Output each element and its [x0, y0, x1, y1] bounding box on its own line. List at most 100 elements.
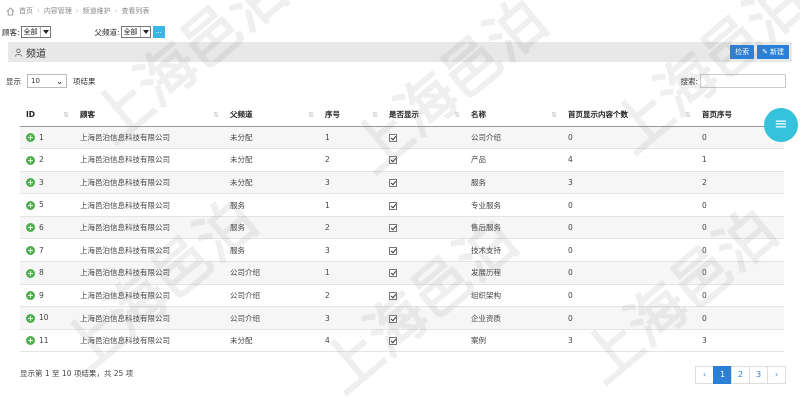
table-row[interactable]: +8 上海邑泊信息科技有限公司 公司介绍 1 发展历程 0 0 [20, 261, 784, 285]
length-suffix: 项结果 [73, 76, 96, 86]
next-page-button[interactable]: › [767, 366, 786, 384]
page-length-select[interactable]: 10 ⌄ [27, 74, 67, 88]
query-button[interactable]: 检索 [730, 45, 755, 59]
cell-seq: 1 [319, 261, 383, 285]
col-seq[interactable]: 序号 ⇅ [319, 104, 383, 127]
expand-icon[interactable]: + [26, 291, 35, 301]
prev-page-button[interactable]: ‹ [695, 366, 714, 384]
cell-visible [383, 261, 465, 285]
customer-select[interactable]: 全部 [20, 26, 51, 38]
expand-icon[interactable]: + [26, 200, 35, 210]
page-button-3[interactable]: 3 [749, 366, 768, 384]
row-id: 2 [39, 155, 44, 165]
cell-seq: 1 [319, 126, 383, 150]
breadcrumb-channel[interactable]: 频道维护 [83, 6, 111, 16]
cell-visible [383, 238, 465, 263]
cell-home-seq: 0 [696, 306, 784, 330]
cell-customer: 上海邑泊信息科技有限公司 [74, 284, 224, 308]
visible-checkbox [389, 337, 397, 346]
new-button-label: 新建 [770, 48, 784, 56]
parent-channel-select[interactable]: 全部 [120, 26, 151, 38]
cell-name: 售后服务 [465, 216, 562, 240]
cell-parent: 未分配 [224, 329, 319, 353]
cell-seq: 2 [319, 216, 383, 240]
cell-visible [383, 284, 465, 308]
visible-checkbox [389, 156, 397, 165]
cell-home-count: 4 [562, 148, 696, 172]
table-row[interactable]: +1 上海邑泊信息科技有限公司 未分配 1 公司介绍 0 0 [20, 126, 784, 150]
table-body: +1 上海邑泊信息科技有限公司 未分配 1 公司介绍 0 0 +2 上海邑泊信息… [20, 126, 784, 353]
expand-icon[interactable]: + [26, 313, 35, 323]
expand-icon[interactable]: + [26, 246, 35, 256]
sort-icon: ⇅ [454, 111, 460, 119]
cell-customer: 上海邑泊信息科技有限公司 [74, 238, 224, 263]
col-seq-label: 序号 [325, 110, 340, 120]
cell-home-seq: 0 [696, 261, 784, 285]
expand-icon[interactable]: + [26, 268, 35, 278]
table-row[interactable]: +6 上海邑泊信息科技有限公司 服务 2 售后服务 0 0 [20, 216, 784, 240]
col-home-count[interactable]: 首页显示内容个数 ⇅ [562, 104, 696, 127]
cell-parent: 未分配 [224, 126, 319, 150]
page-length-control: 显示 10 ⌄ 项结果 [6, 74, 96, 88]
cell-name: 公司介绍 [465, 126, 562, 150]
col-visible[interactable]: 是否显示 ⇅ [383, 104, 465, 127]
col-parent[interactable]: 父频道 ⇅ [224, 104, 319, 127]
row-id: 1 [39, 132, 44, 142]
sort-icon: ⇅ [685, 111, 691, 119]
col-id[interactable]: ID ⇅ [20, 104, 74, 127]
row-id: 7 [39, 245, 44, 255]
cell-id: +3 [20, 171, 74, 195]
table-row[interactable]: +7 上海邑泊信息科技有限公司 服务 3 技术支持 0 0 [20, 238, 784, 263]
col-customer[interactable]: 顾客 ⇅ [74, 104, 224, 127]
table-row[interactable]: +5 上海邑泊信息科技有限公司 服务 1 专业服务 0 0 [20, 193, 784, 217]
floating-menu-button[interactable]: ≡ [764, 108, 798, 142]
cell-home-seq: 0 [696, 216, 784, 240]
cell-home-seq: 0 [696, 193, 784, 217]
cell-name: 企业资质 [465, 306, 562, 330]
table-row[interactable]: +9 上海邑泊信息科技有限公司 公司介绍 2 组织架构 0 0 [20, 284, 784, 308]
table-row[interactable]: +2 上海邑泊信息科技有限公司 未分配 2 产品 4 1 [20, 148, 784, 172]
chevron-down-icon [139, 27, 150, 37]
cell-name: 服务 [465, 171, 562, 195]
channel-table: ID ⇅ 顾客 ⇅ 父频道 ⇅ 序号 ⇅ 是否显示 ⇅ 名称 ⇅ 首页显示内容个数 ⇅ 首页序… [20, 104, 784, 353]
cell-home-seq: 2 [696, 171, 784, 195]
expand-icon[interactable]: + [26, 178, 35, 188]
home-icon[interactable] [6, 6, 15, 16]
cell-home-count: 3 [562, 171, 696, 195]
cell-parent: 公司介绍 [224, 284, 319, 308]
cell-home-seq: 3 [696, 329, 784, 353]
cell-name: 案例 [465, 329, 562, 353]
expand-icon[interactable]: + [26, 155, 35, 165]
search-control: 搜索: [680, 74, 786, 88]
breadcrumb-home[interactable]: 首页 [19, 6, 33, 16]
expand-icon[interactable]: + [26, 336, 35, 346]
row-id: 8 [39, 268, 44, 278]
chevron-down-icon: ⌄ [56, 76, 63, 86]
parent-picker-button[interactable]: ... [152, 26, 165, 38]
cell-customer: 上海邑泊信息科技有限公司 [74, 306, 224, 330]
cell-parent: 服务 [224, 238, 319, 263]
breadcrumb-content[interactable]: 内容管理 [44, 6, 72, 16]
new-button[interactable]: ✎ 新建 [757, 45, 789, 59]
chevron-down-icon [39, 27, 50, 37]
table-row[interactable]: +11 上海邑泊信息科技有限公司 未分配 4 案例 3 3 [20, 329, 784, 353]
length-prefix: 显示 [6, 76, 21, 86]
visible-checkbox [389, 291, 397, 300]
row-id: 11 [39, 335, 49, 345]
expand-icon[interactable]: + [26, 133, 35, 143]
expand-icon[interactable]: + [26, 223, 35, 233]
page-button-1[interactable]: 1 [713, 366, 732, 384]
cell-id: +10 [20, 306, 74, 330]
page-button-2[interactable]: 2 [731, 366, 750, 384]
table-row[interactable]: +10 上海邑泊信息科技有限公司 公司介绍 3 企业资质 0 0 [20, 306, 784, 330]
cell-visible [383, 171, 465, 195]
cell-id: +5 [20, 193, 74, 217]
cell-customer: 上海邑泊信息科技有限公司 [74, 126, 224, 150]
col-name[interactable]: 名称 ⇅ [465, 104, 562, 127]
cell-seq: 4 [319, 329, 383, 353]
sort-icon: ⇅ [213, 111, 219, 119]
col-home-count-label: 首页显示内容个数 [568, 110, 628, 120]
search-input[interactable] [700, 74, 786, 88]
sort-icon: ⇅ [63, 111, 69, 119]
table-row[interactable]: +3 上海邑泊信息科技有限公司 未分配 3 服务 3 2 [20, 171, 784, 195]
